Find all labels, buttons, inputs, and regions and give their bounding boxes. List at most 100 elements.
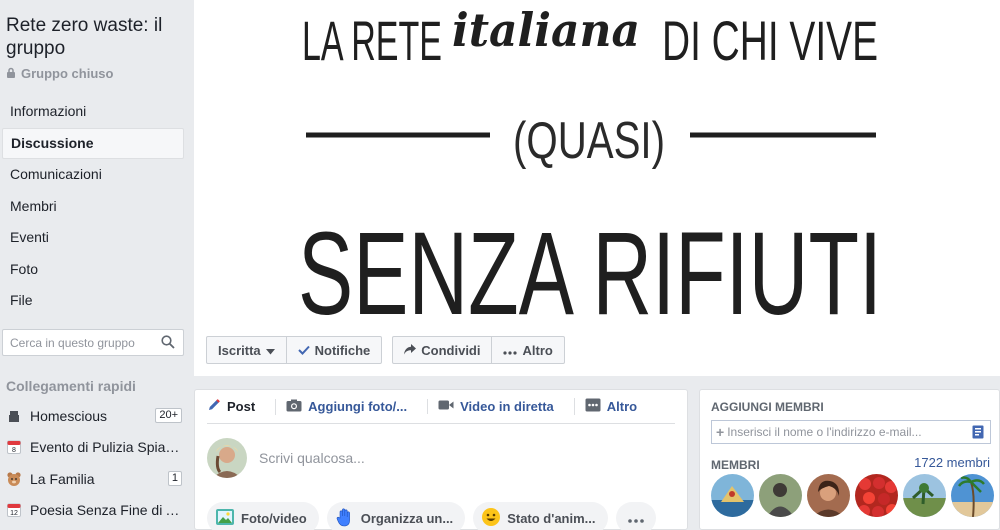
member-avatar[interactable]: [855, 474, 898, 517]
quick-link-label: Evento di Pulizia Spiag...: [30, 439, 182, 456]
group-search: [2, 329, 184, 356]
calendar-icon: 12: [6, 502, 22, 518]
quick-link-homescious[interactable]: Homescious 20+: [6, 400, 182, 432]
quick-links-heading: Collegamenti rapidi: [6, 378, 136, 394]
count-badge: 20+: [155, 408, 182, 424]
tab-more[interactable]: Altro: [573, 398, 647, 415]
nav-item-discussione[interactable]: Discussione: [2, 127, 184, 159]
more-dots-icon: [627, 511, 644, 526]
tab-more-label: Altro: [606, 399, 638, 414]
composer-placeholder[interactable]: Scrivi qualcosa...: [259, 450, 365, 466]
members-count-link[interactable]: 1722 membri: [914, 455, 990, 470]
add-members-input[interactable]: [727, 425, 968, 439]
joined-button[interactable]: Iscritta: [207, 337, 286, 363]
plus-icon: +: [716, 424, 725, 440]
address-book-icon[interactable]: [972, 425, 984, 444]
quick-links-list: Homescious 20+ 8 Evento di Pulizia Spiag…: [6, 400, 182, 526]
quick-link-label: Homescious: [30, 407, 108, 424]
nav-item-file[interactable]: File: [2, 285, 184, 317]
nav-item-informazioni[interactable]: Informazioni: [2, 96, 184, 128]
group-sidebar: Rete zero waste: il gruppo Gruppo chiuso…: [0, 0, 194, 530]
cover-actions: Iscritta Notifiche Condividi Altro: [206, 336, 565, 364]
user-avatar[interactable]: [207, 438, 247, 478]
group-privacy-label: Gruppo chiuso: [21, 66, 114, 81]
svg-text:12: 12: [10, 510, 18, 517]
group-privacy: Gruppo chiuso: [6, 66, 113, 81]
tab-add-photo-label: Aggiungi foto/...: [308, 399, 408, 414]
group-icon: [6, 408, 22, 424]
video-camera-icon: [438, 399, 454, 414]
member-avatar[interactable]: [951, 474, 994, 517]
cover-text-la-rete: LA RETE: [302, 9, 442, 72]
feeling-label: Stato d'anim...: [507, 510, 596, 526]
tab-post-label: Post: [227, 399, 256, 414]
nav-item-foto[interactable]: Foto: [2, 254, 184, 286]
nav-item-comunicazioni[interactable]: Comunicazioni: [2, 159, 184, 191]
notifications-button[interactable]: Notifiche: [285, 337, 382, 363]
composer-input-row[interactable]: Scrivi qualcosa...: [207, 438, 365, 478]
quick-link-label: Poesia Senza Fine di A...: [30, 502, 182, 519]
chevron-down-icon: [265, 343, 275, 358]
quick-link-poesia[interactable]: 12 Poesia Senza Fine di A...: [6, 495, 182, 527]
group-search-input[interactable]: [3, 330, 153, 355]
more-box-icon: [585, 398, 601, 415]
quick-link-evento-pulizia[interactable]: 8 Evento di Pulizia Spiag...: [6, 432, 182, 464]
nav-item-membri[interactable]: Membri: [2, 191, 184, 223]
member-avatars: [711, 474, 994, 517]
joined-label: Iscritta: [218, 342, 261, 358]
count-badge: 1: [167, 471, 182, 487]
organize-label: Organizza un...: [360, 510, 454, 526]
share-label: Condividi: [421, 342, 481, 358]
tab-add-photo[interactable]: Aggiungi foto/...: [275, 398, 417, 415]
add-members-field: +: [711, 420, 991, 444]
smiley-icon: [481, 507, 501, 530]
pencil-icon: [207, 398, 221, 415]
lock-icon: [6, 66, 16, 81]
photo-icon: [215, 507, 235, 530]
cover-text-di-chi-vive: DI CHI VIVE: [662, 9, 878, 72]
search-icon[interactable]: [161, 335, 175, 354]
more-button[interactable]: Altro: [491, 337, 563, 363]
photo-video-chip[interactable]: Foto/video: [207, 502, 319, 530]
tab-post[interactable]: Post: [207, 398, 265, 415]
cover-photo[interactable]: LA RETE italiana DI CHI VIVE (QUASI) SEN…: [194, 0, 1000, 332]
photo-video-label: Foto/video: [241, 510, 307, 526]
composer-tabs: Post Aggiungi foto/... Video in diretta …: [207, 390, 675, 424]
check-icon: [297, 343, 310, 358]
group-cover: LA RETE italiana DI CHI VIVE (QUASI) SEN…: [194, 0, 1000, 376]
more-options-chip[interactable]: [615, 502, 656, 530]
post-composer: Post Aggiungi foto/... Video in diretta …: [194, 389, 688, 530]
add-members-heading: AGGIUNGI MEMBRI: [711, 400, 824, 414]
group-title[interactable]: Rete zero waste: il gruppo: [6, 14, 186, 60]
membership-button-group: Iscritta Notifiche: [206, 336, 383, 364]
svg-text:8: 8: [12, 447, 16, 454]
bear-icon: [6, 471, 22, 487]
quick-link-label: La Familia: [30, 470, 95, 487]
tab-live-video-label: Video in diretta: [460, 399, 554, 414]
organize-chip[interactable]: Organizza un...: [326, 502, 466, 530]
cover-text-senza-rifiuti: SENZA RIFIUTI: [298, 208, 882, 332]
composer-chips: Foto/video Organizza un... Stato d'anim.…: [207, 502, 656, 530]
group-nav: Informazioni Discussione Comunicazioni M…: [2, 96, 184, 317]
cover-text-quasi: (QUASI): [513, 112, 665, 170]
member-avatar[interactable]: [903, 474, 946, 517]
notifications-label: Notifiche: [314, 342, 371, 358]
member-avatar[interactable]: [711, 474, 754, 517]
members-panel: AGGIUNGI MEMBRI + MEMBRI 1722 membri: [699, 389, 1000, 530]
quick-link-la-familia[interactable]: La Familia 1: [6, 463, 182, 495]
share-button-group: Condividi Altro: [392, 336, 565, 364]
share-button[interactable]: Condividi: [393, 337, 491, 363]
cover-text-italiana: italiana: [452, 3, 640, 57]
members-heading: MEMBRI: [711, 458, 760, 472]
feeling-chip[interactable]: Stato d'anim...: [473, 502, 608, 530]
more-label: Altro: [522, 342, 553, 358]
member-avatar[interactable]: [807, 474, 850, 517]
camera-icon: [286, 399, 302, 415]
waving-hand-icon: [335, 507, 355, 530]
nav-item-eventi[interactable]: Eventi: [2, 222, 184, 254]
member-avatar[interactable]: [759, 474, 802, 517]
share-icon: [404, 343, 417, 358]
more-dots-icon: [503, 343, 518, 358]
calendar-icon: 8: [6, 439, 22, 455]
tab-live-video[interactable]: Video in diretta: [427, 399, 564, 414]
